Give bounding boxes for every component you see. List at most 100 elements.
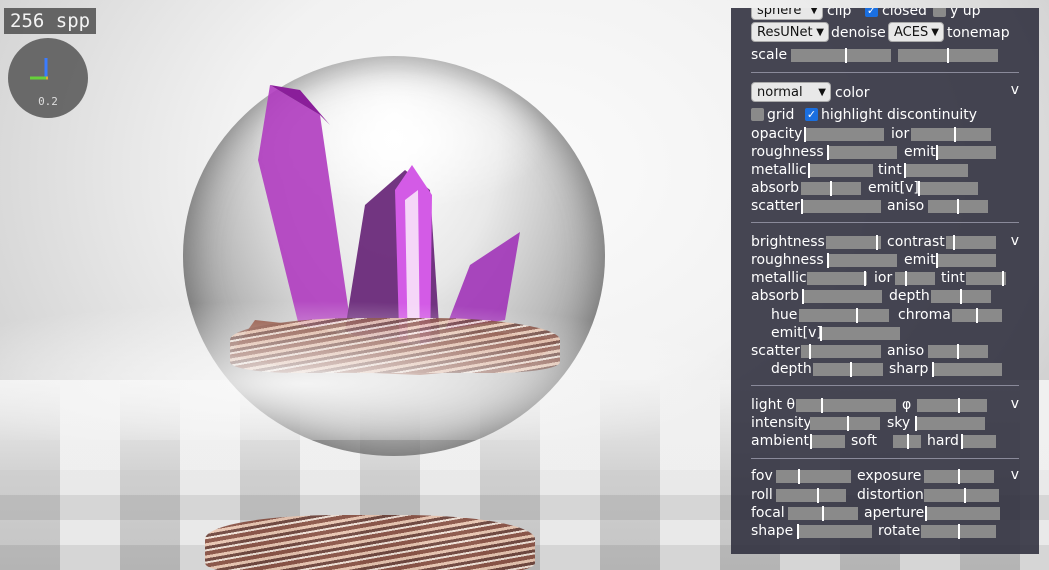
- axis-gizmo[interactable]: 0.2: [8, 38, 88, 118]
- slider-thumb[interactable]: [932, 362, 934, 377]
- slider-thumb[interactable]: [918, 181, 920, 196]
- yup-checkbox[interactable]: [933, 8, 946, 17]
- camera-distortion-slider[interactable]: [924, 488, 999, 503]
- shape-select[interactable]: sphere ▼: [751, 8, 823, 20]
- slider-thumb[interactable]: [976, 308, 978, 323]
- light-ambient-slider[interactable]: [810, 434, 845, 449]
- material-absorb-slider[interactable]: [801, 181, 861, 196]
- slider-thumb[interactable]: [1002, 271, 1004, 286]
- camera-exposure-slider[interactable]: [924, 469, 994, 484]
- slider-thumb[interactable]: [821, 398, 823, 413]
- grid-checkbox[interactable]: [751, 108, 764, 121]
- slider-thumb[interactable]: [953, 235, 955, 250]
- material-aniso-slider[interactable]: [928, 199, 988, 214]
- color-select[interactable]: normal ▼: [751, 82, 831, 102]
- slider-thumb[interactable]: [905, 271, 907, 286]
- slider-thumb[interactable]: [864, 271, 866, 286]
- camera-aperture-slider[interactable]: [925, 506, 1000, 521]
- slider-thumb[interactable]: [925, 506, 927, 521]
- tonemap-select[interactable]: ACES ▼: [888, 22, 944, 42]
- adjust-hue-slider[interactable]: [799, 308, 889, 323]
- slider-thumb[interactable]: [801, 199, 803, 214]
- collapse-light-toggle[interactable]: v: [1011, 396, 1019, 412]
- collapse-adjust-toggle[interactable]: v: [1011, 233, 1019, 249]
- slider-thumb[interactable]: [798, 469, 800, 484]
- slider-thumb[interactable]: [827, 253, 829, 268]
- slider-thumb[interactable]: [936, 253, 938, 268]
- adjust-depth2-slider[interactable]: [813, 362, 883, 377]
- light-phi-slider[interactable]: [917, 398, 987, 413]
- slider-thumb[interactable]: [850, 362, 852, 377]
- collapse-camera-toggle[interactable]: v: [1011, 467, 1019, 483]
- slider-thumb[interactable]: [964, 488, 966, 503]
- light-hard-slider[interactable]: [961, 434, 996, 449]
- slider-thumb[interactable]: [822, 506, 824, 521]
- material-ior-slider[interactable]: [911, 127, 991, 142]
- adjust-depth-slider[interactable]: [931, 289, 991, 304]
- adjust-tint-slider[interactable]: [966, 271, 1006, 286]
- camera-fov-slider[interactable]: [776, 469, 851, 484]
- adjust-contrast-slider[interactable]: [946, 235, 996, 250]
- adjust-aniso-slider[interactable]: [928, 344, 988, 359]
- slider-thumb[interactable]: [802, 289, 804, 304]
- slider-thumb[interactable]: [845, 48, 847, 63]
- slider-thumb[interactable]: [907, 434, 909, 449]
- adjust-ior-slider[interactable]: [895, 271, 935, 286]
- material-tint-slider[interactable]: [904, 163, 968, 178]
- slider-thumb[interactable]: [804, 127, 806, 142]
- scale-slider-2[interactable]: [898, 48, 998, 63]
- camera-focal-slider[interactable]: [788, 506, 858, 521]
- light-soft-slider[interactable]: [893, 434, 921, 449]
- light-theta-slider[interactable]: [796, 398, 896, 413]
- adjust-metallic-slider[interactable]: [807, 271, 867, 286]
- slider-thumb[interactable]: [808, 163, 810, 178]
- highlight-discontinuity-checkbox[interactable]: ✓: [805, 108, 818, 121]
- slider-thumb[interactable]: [820, 326, 822, 341]
- closed-checkbox[interactable]: ✓: [865, 8, 878, 17]
- adjust-emit-v-slider[interactable]: [820, 326, 900, 341]
- adjust-emit-slider[interactable]: [936, 253, 996, 268]
- adjust-absorb-slider[interactable]: [802, 289, 882, 304]
- slider-thumb[interactable]: [817, 488, 819, 503]
- slider-thumb[interactable]: [904, 163, 906, 178]
- slider-thumb[interactable]: [957, 344, 959, 359]
- slider-thumb[interactable]: [947, 48, 949, 63]
- light-sky-slider[interactable]: [915, 416, 985, 431]
- slider-thumb[interactable]: [936, 145, 938, 160]
- slider-thumb[interactable]: [915, 416, 917, 431]
- slider-thumb[interactable]: [961, 434, 963, 449]
- slider-thumb[interactable]: [960, 289, 962, 304]
- slider-thumb[interactable]: [856, 308, 858, 323]
- collapse-material-toggle[interactable]: v: [1011, 82, 1019, 98]
- slider-thumb[interactable]: [827, 145, 829, 160]
- slider-thumb[interactable]: [958, 469, 960, 484]
- light-intensity-slider[interactable]: [810, 416, 880, 431]
- slider-thumb[interactable]: [797, 524, 799, 539]
- slider-thumb[interactable]: [809, 344, 811, 359]
- slider-thumb[interactable]: [810, 434, 812, 449]
- material-opacity-slider[interactable]: [804, 127, 884, 142]
- material-scatter-slider[interactable]: [801, 199, 881, 214]
- slider-thumb[interactable]: [830, 181, 832, 196]
- slider-thumb[interactable]: [958, 524, 960, 539]
- adjust-roughness-slider[interactable]: [827, 253, 897, 268]
- adjust-scatter-slider[interactable]: [801, 344, 881, 359]
- adjust-sharp-slider[interactable]: [932, 362, 1002, 377]
- slider-thumb[interactable]: [954, 127, 956, 142]
- material-metallic-slider[interactable]: [808, 163, 873, 178]
- slider-thumb[interactable]: [876, 235, 878, 250]
- adjust-brightness-slider[interactable]: [826, 235, 881, 250]
- material-roughness-slider[interactable]: [827, 145, 897, 160]
- slider-thumb[interactable]: [847, 416, 849, 431]
- denoiser-select[interactable]: ResUNet ▼: [751, 22, 829, 42]
- scale-slider-1[interactable]: [791, 48, 891, 63]
- slider-thumb[interactable]: [958, 398, 960, 413]
- material-emit-slider[interactable]: [936, 145, 996, 160]
- slider-thumb[interactable]: [957, 199, 959, 214]
- adjust-chroma-slider[interactable]: [952, 308, 1002, 323]
- camera-rotate-slider[interactable]: [921, 524, 996, 539]
- material-opacity-label: opacity: [751, 126, 803, 142]
- camera-roll-slider[interactable]: [776, 488, 846, 503]
- material-emit-v-slider[interactable]: [918, 181, 978, 196]
- camera-shape-slider[interactable]: [797, 524, 872, 539]
